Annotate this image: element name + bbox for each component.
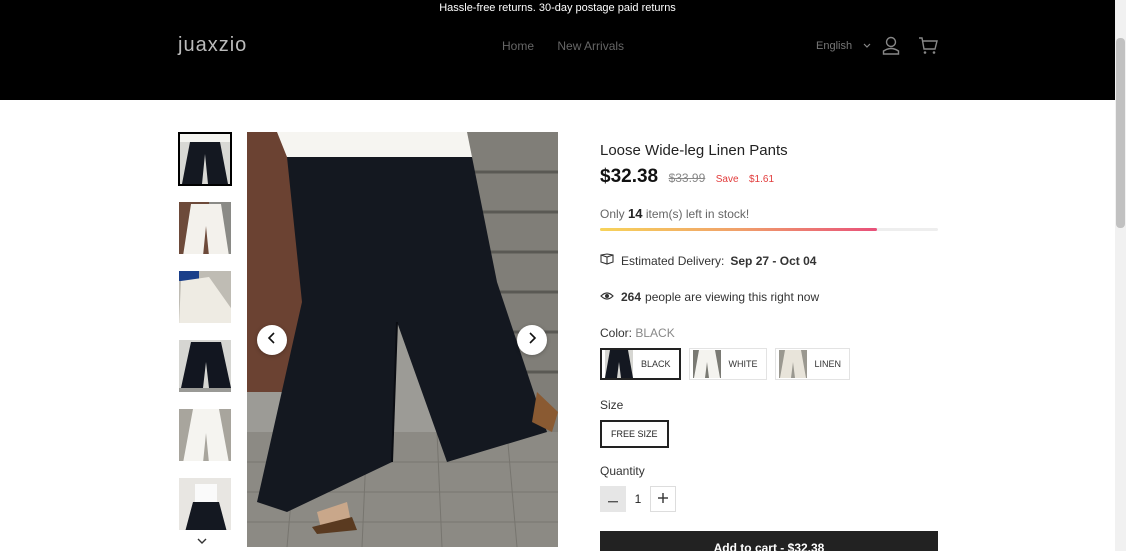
plus-icon xyxy=(658,490,668,508)
prev-image-button[interactable] xyxy=(257,325,287,355)
quantity-label: Quantity xyxy=(600,464,645,478)
announcement-bar: Hassle-free returns. 30-day postage paid… xyxy=(0,0,1115,16)
page: Hassle-free returns. 30-day postage paid… xyxy=(0,0,1115,551)
delivery-dates: Sep 27 - Oct 04 xyxy=(730,253,817,268)
color-selected-value: BLACK xyxy=(635,326,675,340)
nav-link-new-arrivals[interactable]: New Arrivals xyxy=(557,39,624,53)
truck-icon xyxy=(600,253,615,268)
swatch-white-image xyxy=(692,350,721,378)
price-row: $32.38 $33.99 Save $1.61 xyxy=(600,166,774,188)
quantity-decrease-button[interactable] xyxy=(600,486,626,512)
chevron-right-icon xyxy=(527,331,537,349)
swatch-linen[interactable]: LINEN xyxy=(774,348,851,380)
swatch-black[interactable]: BLACK xyxy=(600,348,681,380)
delivery-estimate: Estimated Delivery: Sep 27 - Oct 04 xyxy=(600,253,816,268)
swatch-white[interactable]: WHITE xyxy=(688,348,767,380)
viewing-text: people are viewing this right now xyxy=(645,290,820,304)
main-nav: Home New Arrivals xyxy=(502,39,644,53)
next-image-button[interactable] xyxy=(517,325,547,355)
language-label: English xyxy=(816,40,853,52)
swatch-black-image xyxy=(605,350,633,378)
swatch-label: BLACK xyxy=(641,359,671,369)
save-amount: $1.61 xyxy=(748,174,775,185)
user-icon[interactable] xyxy=(882,36,900,60)
chevron-down-icon[interactable] xyxy=(196,532,208,550)
delivery-label: Estimated Delivery: xyxy=(621,253,725,268)
site-header: juaxzio Home New Arrivals English xyxy=(0,16,1115,100)
language-selector[interactable]: English xyxy=(816,40,871,52)
product-title: Loose Wide-leg Linen Pants xyxy=(600,142,788,159)
color-option-label: Color: BLACK xyxy=(600,326,675,340)
eye-icon xyxy=(600,290,614,304)
size-label: Size xyxy=(600,398,624,412)
stock-message: Only 14 item(s) left in stock! xyxy=(600,206,749,221)
quantity-stepper: 1 xyxy=(600,486,676,512)
store-logo[interactable]: juaxzio xyxy=(178,34,247,57)
swatch-label: WHITE xyxy=(728,359,758,369)
cart-icon[interactable] xyxy=(918,36,938,60)
compare-price: $33.99 xyxy=(668,171,706,185)
thumbnail-black[interactable] xyxy=(178,132,232,186)
swatch-linen-image xyxy=(778,350,807,378)
add-to-cart-button[interactable]: Add to cart - $32.38 xyxy=(600,531,938,551)
thumbnail-black-front[interactable] xyxy=(178,339,232,393)
stock-count: 14 xyxy=(628,206,643,221)
chevron-down-icon xyxy=(863,40,871,52)
thumbnail-list xyxy=(178,132,234,546)
stock-progress-fill xyxy=(600,228,878,231)
color-label: Color: xyxy=(600,326,633,340)
save-label: Save xyxy=(715,174,739,185)
product-price: $32.38 xyxy=(600,166,659,187)
thumbnail-white-front[interactable] xyxy=(178,408,232,462)
nav-link-home[interactable]: Home xyxy=(502,39,534,53)
color-swatches: BLACK WHITE LINEN xyxy=(600,348,858,380)
main-product-image xyxy=(247,132,558,547)
stock-progress-bar xyxy=(600,228,938,231)
size-option-free-size[interactable]: FREE SIZE xyxy=(600,420,669,448)
quantity-input[interactable]: 1 xyxy=(626,486,650,512)
swatch-label: LINEN xyxy=(814,359,842,369)
quantity-increase-button[interactable] xyxy=(650,486,676,512)
thumbnail-outfit[interactable] xyxy=(178,477,232,531)
viewing-count: 264 xyxy=(621,290,642,304)
thumbnail-white-side[interactable] xyxy=(178,270,232,324)
stock-prefix: Only xyxy=(600,207,625,221)
thumbnail-white[interactable] xyxy=(178,201,232,255)
stock-suffix: item(s) left in stock! xyxy=(645,207,750,221)
chevron-left-icon xyxy=(267,331,277,349)
scrollbar-thumb[interactable] xyxy=(1116,38,1125,228)
viewers-message: 264 people are viewing this right now xyxy=(600,290,819,304)
minus-icon xyxy=(608,490,618,508)
